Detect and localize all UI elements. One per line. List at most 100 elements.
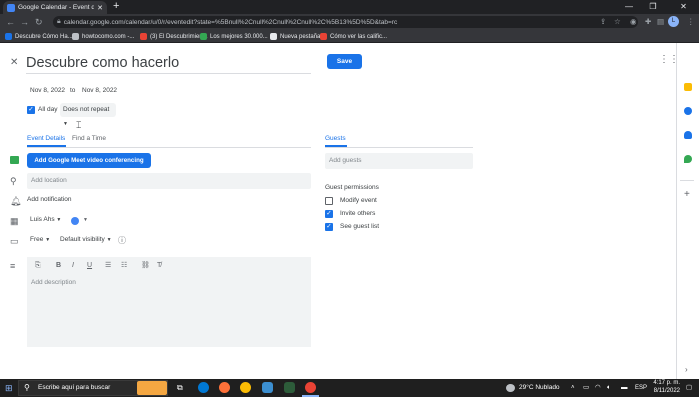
save-button[interactable]: Save [327,54,362,69]
task-view-icon[interactable]: ⧉ [177,379,183,397]
repeat-dropdown[interactable]: Does not repeat ▼ [60,103,116,127]
extensions-puzzle-icon[interactable]: ✚ [645,16,651,28]
battery-icon[interactable]: ▬ [621,379,628,397]
share-icon[interactable]: ⇪ [600,16,606,28]
reload-icon[interactable]: ↻ [35,14,43,30]
bookmark-item[interactable]: howtocomo.com -... [72,30,134,43]
link-icon[interactable]: ⛓ [141,261,150,271]
numbered-list-icon[interactable]: ☰ [105,261,111,271]
description-editor[interactable] [27,257,311,347]
add-addon-icon[interactable]: + [684,189,690,200]
close-icon[interactable]: ✕ [10,58,18,68]
network-icon[interactable]: ▭ [583,379,589,397]
location-input[interactable]: Add location [27,173,311,189]
chevron-down-icon: ▼ [106,237,112,243]
tab-find-a-time[interactable]: Find a Time [72,134,106,144]
availability-dropdown[interactable]: Free ▼ [27,233,53,247]
tray-chevron-icon[interactable]: ˄ [571,379,575,397]
start-date-picker[interactable]: Nov 8, 2022 [27,84,68,98]
attachment-icon[interactable]: ⎘ [35,261,41,271]
address-bar[interactable]: 🔒︎ calendar.google.com/calendar/u/0/r/ev… [53,16,638,28]
maximize-window-icon[interactable]: ❐ [643,0,663,13]
chevron-down-icon: ▼ [45,237,51,243]
add-google-meet-button[interactable]: Add Google Meet video conferencing [27,153,151,168]
chrome-icon[interactable] [240,382,251,393]
invite-others-checkbox[interactable]: ✓ [325,210,333,218]
event-color-swatch[interactable] [71,217,79,225]
end-date-picker[interactable]: Nov 8, 2022 [79,84,120,98]
guest-permissions-heading: Guest permissions [325,184,379,191]
bookmark-item[interactable]: Descubre Cómo Ha... [5,30,73,43]
visibility-dropdown[interactable]: Default visibility ▼ [57,233,115,247]
bookmark-label: howtocomo.com -... [82,33,135,40]
bold-icon[interactable]: B [56,261,61,271]
bookmark-label: Nueva pestaña [280,33,321,40]
explorer-icon[interactable] [262,382,273,393]
minimize-window-icon[interactable]: — [619,0,639,13]
bulleted-list-icon[interactable]: ☷ [121,261,127,271]
clock-date[interactable]: 8/11/2022 [650,388,680,394]
keep-icon[interactable] [684,83,692,91]
bookmark-item[interactable]: (3) El Descubrimien... [140,30,208,43]
chevron-down-icon: ▼ [63,121,68,127]
tab-event-details[interactable]: Event Details [27,134,65,144]
camera-extension-icon[interactable]: ◉ [630,16,637,28]
edge-icon[interactable] [198,382,209,393]
date-range-separator: to [70,87,76,94]
search-highlight-image [137,381,167,395]
firefox-icon[interactable] [219,382,230,393]
bookmark-item[interactable]: Nueva pestaña [270,30,320,43]
notifications-icon[interactable]: ▢ [686,379,692,397]
bookmark-label: Descubre Cómo Ha... [15,33,73,40]
visibility-value: Default visibility [60,236,105,243]
add-notification-link[interactable]: Add notification [27,196,71,203]
help-icon[interactable]: ⓘ [118,236,126,245]
briefcase-icon: ▭ [10,236,19,246]
close-tab-icon[interactable]: ✕ [97,4,103,12]
see-guest-list-checkbox[interactable]: ✓ [325,223,333,231]
chevron-down-icon[interactable]: ▼ [83,217,88,223]
browser-tab-title: Google Calendar - Event details [18,4,95,11]
all-day-checkbox[interactable]: ✓ [27,106,35,114]
forward-arrow-icon[interactable]: → [20,14,29,30]
bookmark-favicon-icon [200,33,207,40]
windows-start-icon[interactable]: ⊞ [5,379,13,397]
bookmark-star-icon[interactable]: ☆ [614,16,621,28]
clock-time[interactable]: 4:17 p. m. [650,380,680,386]
back-arrow-icon[interactable]: ← [6,14,15,30]
event-title-input[interactable]: Descubre como hacerlo [26,52,311,74]
bookmark-item[interactable]: Los mejores 30.000... [200,30,268,43]
add-guests-input[interactable]: Add guests [325,153,473,169]
bookmark-favicon-icon [320,33,327,40]
remove-formatting-icon[interactable]: T̸ [157,261,161,271]
weather-status[interactable]: 29°C Nublado [519,379,560,397]
taskbar-search-placeholder: Escribe aquí para buscar [38,384,111,391]
reading-list-icon[interactable]: ▤ [657,16,664,28]
camtasia-icon[interactable] [284,382,295,393]
contacts-icon[interactable] [684,131,692,139]
calendar-owner-dropdown[interactable]: Luis Ahs ▼ [27,213,64,227]
browser-menu-icon[interactable]: ⋮ [687,16,695,28]
tasks-icon[interactable] [684,107,692,115]
italic-icon[interactable]: I [72,261,74,271]
browser-profile-avatar[interactable]: L [668,16,679,27]
wifi-icon[interactable]: ◠ [595,379,601,397]
bookmark-label: Los mejores 30.000... [210,33,268,40]
browser-tab[interactable]: Google Calendar - Event details ✕ [3,1,107,14]
collapse-panel-icon[interactable]: › [685,365,688,374]
modify-event-checkbox[interactable] [325,197,333,205]
maps-icon[interactable] [684,155,692,163]
location-pin-icon: ⚲ [10,176,17,186]
close-window-icon[interactable]: ✕ [668,0,699,13]
input-language[interactable]: ESP [635,379,647,397]
bookmark-favicon-icon [270,33,277,40]
address-bar-url[interactable]: calendar.google.com/calendar/u/0/r/event… [64,19,638,26]
bookmark-item[interactable]: Cómo ver las calific... [320,30,387,43]
search-icon: ⚲ [24,383,30,392]
volume-icon[interactable]: 🔈︎ [607,379,611,397]
chrome-active-icon[interactable] [305,382,316,393]
underline-icon[interactable]: U [87,261,92,271]
new-tab-button[interactable]: + [113,0,119,12]
calendar-favicon-icon [7,3,15,12]
guests-tab-label[interactable]: Guests [325,134,346,144]
